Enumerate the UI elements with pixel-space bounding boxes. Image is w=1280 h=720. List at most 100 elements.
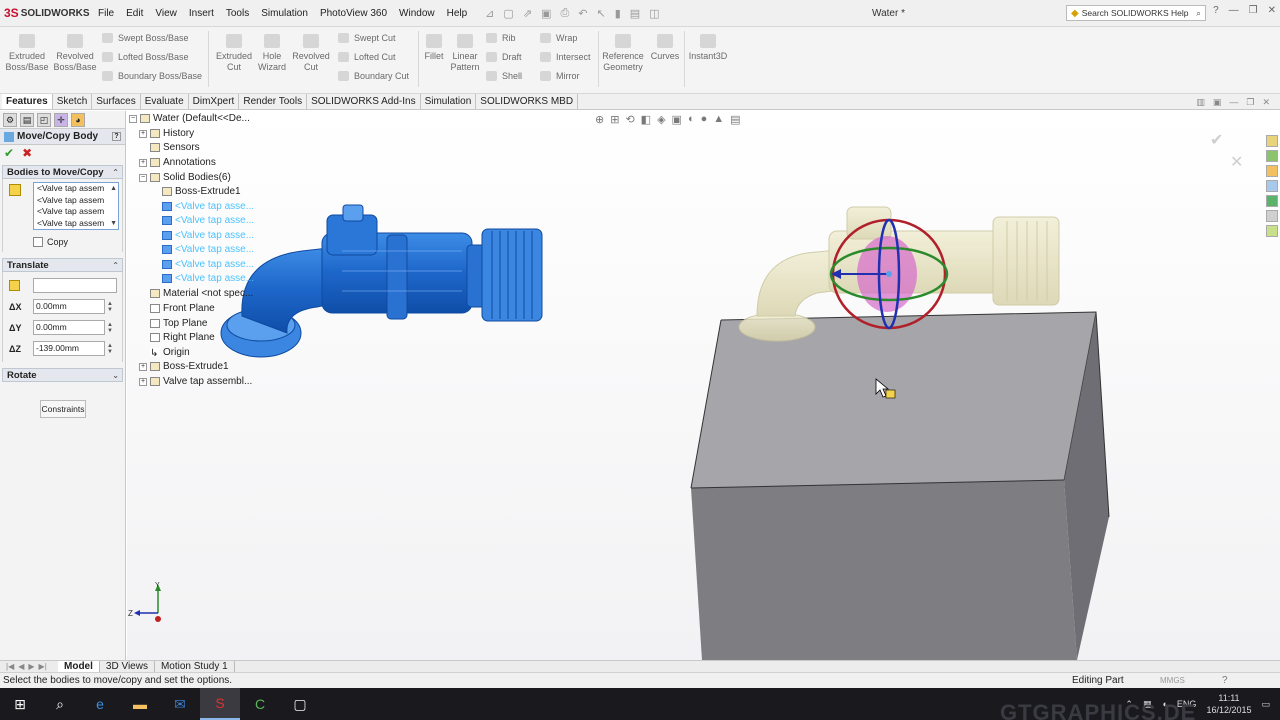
doc-minimize-icon[interactable]: — xyxy=(1229,97,1238,108)
tab-surfaces[interactable]: Surfaces xyxy=(92,94,141,109)
recorder-icon[interactable]: ▢ xyxy=(280,688,320,720)
tree-right-plane[interactable]: Right Plane xyxy=(150,332,215,343)
zoom-to-area-icon[interactable]: ⊞ xyxy=(610,113,619,126)
open-icon[interactable]: ⇗ xyxy=(523,7,532,20)
delta-y-input[interactable]: 0.00mm xyxy=(33,320,105,335)
save-icon[interactable]: ▣ xyxy=(541,7,551,20)
list-scrollbar[interactable]: ▲ ▼ xyxy=(110,183,117,229)
tab-dimxpert[interactable]: DimXpert xyxy=(189,94,240,109)
revolved-cut-button[interactable]: Revolved Cut xyxy=(290,34,332,73)
close-icon[interactable]: ✕ xyxy=(1268,5,1276,16)
tab-mbd[interactable]: SOLIDWORKS MBD xyxy=(476,94,579,109)
edge-browser-icon[interactable]: e xyxy=(80,688,120,720)
feature-manager-icon[interactable]: ⚙ xyxy=(3,113,17,127)
lofted-boss-button[interactable]: Lofted Boss/Base xyxy=(102,52,189,62)
start-button[interactable]: ⊞ xyxy=(0,688,40,720)
translate-reference-field[interactable] xyxy=(33,278,117,293)
mirror-button[interactable]: Mirror xyxy=(540,71,580,81)
draft-button[interactable]: Draft xyxy=(486,52,522,62)
clock[interactable]: 11:11 16/12/2015 xyxy=(1206,692,1251,716)
configuration-manager-icon[interactable]: ◰ xyxy=(37,113,51,127)
tree-body-valve[interactable]: <Valve tap asse... xyxy=(162,215,254,226)
box-body[interactable] xyxy=(690,311,1110,660)
instant3d-button[interactable]: Instant3D xyxy=(686,34,730,62)
view-orientation-icon[interactable]: ◈ xyxy=(657,113,665,126)
menu-photoview[interactable]: PhotoView 360 xyxy=(314,0,393,27)
restore-icon[interactable]: ❐ xyxy=(1249,5,1258,16)
solidworks-resources-icon[interactable] xyxy=(1266,135,1278,147)
fillet-button[interactable]: Fillet xyxy=(421,34,447,62)
boundary-boss-button[interactable]: Boundary Boss/Base xyxy=(102,71,202,81)
bodies-selection-list[interactable]: <Valve tap assem <Valve tap assem <Valve… xyxy=(33,182,119,230)
search-icon[interactable]: ⌕ xyxy=(40,688,80,720)
menu-insert[interactable]: Insert xyxy=(183,0,220,27)
display-manager-icon[interactable]: ◕ xyxy=(71,113,85,127)
zoom-to-fit-icon[interactable]: ⊕ xyxy=(595,113,604,126)
tab-evaluate[interactable]: Evaluate xyxy=(141,94,189,109)
file-explorer-icon[interactable]: ▬ xyxy=(120,688,160,720)
tab-features[interactable]: Features xyxy=(2,94,53,109)
camtasia-icon[interactable]: C xyxy=(240,688,280,720)
tab-motion-study[interactable]: Motion Study 1 xyxy=(155,661,235,672)
outlook-icon[interactable]: ✉ xyxy=(160,688,200,720)
reference-geometry-button[interactable]: Reference Geometry xyxy=(600,34,646,73)
bodies-group-header[interactable]: Bodies to Move/Copy ⌃ xyxy=(2,165,123,179)
tab-simulation[interactable]: Simulation xyxy=(421,94,477,109)
tree-history[interactable]: + History xyxy=(139,128,194,139)
rotate-group-header[interactable]: Rotate ⌄ xyxy=(2,368,123,382)
doc-restore-icon[interactable]: ❐ xyxy=(1246,97,1254,108)
options-icon[interactable]: ◫ xyxy=(649,7,659,20)
lofted-cut-button[interactable]: Lofted Cut xyxy=(338,52,396,62)
undo-icon[interactable]: ↶ xyxy=(578,7,587,20)
collapse-chevron-icon[interactable]: ⌃ xyxy=(112,168,119,177)
tab-sketch[interactable]: Sketch xyxy=(53,94,93,109)
list-item[interactable]: <Valve tap assem xyxy=(37,195,118,207)
menu-file[interactable]: File xyxy=(92,0,120,27)
help-icon[interactable]: ? xyxy=(112,132,121,141)
tree-body-valve[interactable]: <Valve tap asse... xyxy=(162,201,254,212)
tree-solid-bodies[interactable]: − Solid Bodies(6) xyxy=(139,172,231,183)
solidworks-taskbar-icon[interactable]: S xyxy=(200,688,240,720)
collapse-chevron-icon[interactable]: ⌃ xyxy=(112,261,119,270)
tree-body-valve[interactable]: <Valve tap asse... xyxy=(162,244,254,255)
tree-front-plane[interactable]: Front Plane xyxy=(150,303,215,314)
swept-cut-button[interactable]: Swept Cut xyxy=(338,33,396,43)
list-item[interactable]: <Valve tap assem xyxy=(37,183,118,195)
menu-view[interactable]: View xyxy=(149,0,183,27)
graphics-area[interactable]: ✔ ✕ ⊕ ⊞ ⟲ ◧ ◈ ▣ ◐ ● ▲ ▤ − Water (Default<… xyxy=(127,111,1280,660)
extruded-boss-button[interactable]: Extruded Boss/Base xyxy=(4,34,50,73)
delta-z-input[interactable]: -139.00mm xyxy=(33,341,105,356)
menu-tools[interactable]: Tools xyxy=(220,0,255,27)
tree-boss-extrude[interactable]: + Boss-Extrude1 xyxy=(139,361,229,372)
search-icon[interactable]: ⌕ xyxy=(1196,8,1201,19)
section-view-icon[interactable]: ◧ xyxy=(641,113,651,126)
list-item[interactable]: <Valve tap assem xyxy=(37,206,118,218)
cascade-icon[interactable]: ▣ xyxy=(1213,97,1222,108)
app-logo[interactable]: 3S SOLIDWORKS xyxy=(0,6,92,20)
select-icon[interactable]: ↖ xyxy=(596,7,605,20)
unit-system[interactable]: MMGS xyxy=(1160,673,1185,689)
revolved-boss-button[interactable]: Revolved Boss/Base xyxy=(52,34,98,73)
cancel-x-icon[interactable]: ✖ xyxy=(22,146,32,160)
search-scope-icon[interactable]: ◆ xyxy=(1071,8,1079,19)
scene-icon[interactable]: ▲ xyxy=(713,113,724,126)
confirmation-check-icon[interactable]: ✔ xyxy=(1210,132,1223,149)
hide-show-icon[interactable]: ◐ xyxy=(688,113,695,126)
print-icon[interactable]: ⎙ xyxy=(560,7,569,20)
wrap-button[interactable]: Wrap xyxy=(540,33,577,43)
translate-group-header[interactable]: Translate ⌃ xyxy=(2,258,123,272)
custom-properties-icon[interactable] xyxy=(1266,210,1278,222)
help-search-box[interactable]: ◆ Search SOLIDWORKS Help ⌕ xyxy=(1066,5,1206,21)
dimxpert-manager-icon[interactable]: ✛ xyxy=(54,113,68,127)
menu-window[interactable]: Window xyxy=(393,0,441,27)
hole-wizard-button[interactable]: Hole Wizard xyxy=(252,34,292,73)
notifications-icon[interactable]: ▭ xyxy=(1261,699,1270,710)
forum-icon[interactable] xyxy=(1266,225,1278,237)
ok-checkmark-icon[interactable]: ✔ xyxy=(4,146,14,160)
linear-pattern-button[interactable]: Linear Pattern xyxy=(449,34,481,73)
design-library-icon[interactable] xyxy=(1266,150,1278,162)
file-properties-icon[interactable]: ▤ xyxy=(630,7,640,20)
new-document-icon[interactable]: ▢ xyxy=(503,7,513,20)
doc-close-icon[interactable]: ✕ xyxy=(1262,97,1270,108)
tab-render-tools[interactable]: Render Tools xyxy=(239,94,308,109)
